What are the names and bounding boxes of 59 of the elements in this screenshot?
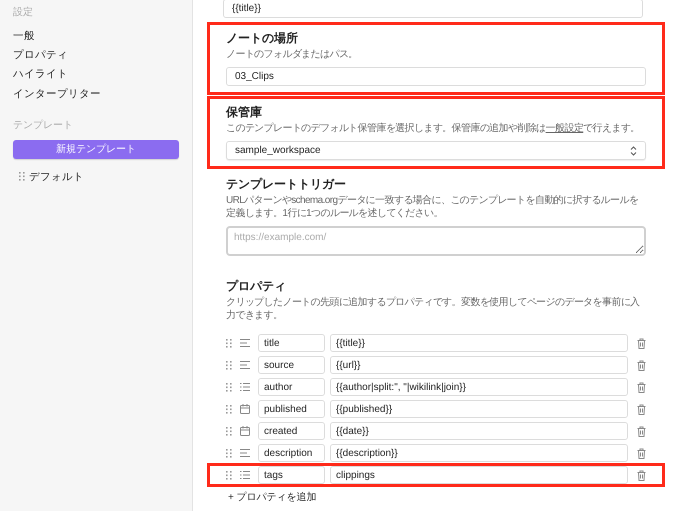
section-title: テンプレートトリガー — [226, 177, 347, 191]
sidebar-item[interactable]: ハイライト — [13, 64, 179, 84]
trash-icon[interactable] — [637, 404, 646, 414]
drag-handle-icon[interactable] — [226, 360, 232, 370]
trash-icon[interactable] — [637, 448, 646, 458]
trash-icon[interactable] — [637, 382, 646, 392]
drag-handle-icon[interactable] — [226, 338, 232, 348]
trash-icon[interactable] — [637, 470, 646, 480]
drag-handle-icon[interactable] — [226, 470, 232, 480]
input-field[interactable]: {{title}} — [223, 0, 643, 18]
drag-handle-icon[interactable] — [226, 404, 232, 414]
drag-handle-icon[interactable] — [226, 426, 232, 436]
list-icon[interactable] — [240, 471, 250, 479]
property-name-field[interactable]: author — [258, 378, 325, 396]
section-description: URLパターンやschema.orgデータに一致する場合に、このテンプレートを自動的に択するルールを定義します。1行に1つのルールを述してください。 — [226, 194, 640, 220]
sidebar-item[interactable]: プロパティ — [13, 45, 179, 65]
property-value-field[interactable]: {{url}} — [330, 356, 628, 374]
section-heading: 設定 — [13, 6, 34, 20]
section-title: プロパティ — [226, 279, 287, 293]
calendar-icon[interactable] — [240, 404, 250, 414]
trash-icon[interactable] — [637, 426, 646, 436]
drag-handle-icon[interactable] — [19, 172, 25, 181]
property-name-field[interactable]: published — [258, 400, 325, 418]
sidebar-item[interactable]: インタープリター — [13, 84, 179, 104]
text-lines-icon[interactable] — [240, 361, 250, 369]
calendar-icon[interactable] — [240, 426, 250, 436]
property-value-field[interactable]: {{title}} — [330, 334, 628, 352]
add-property-button[interactable]: + プロパティを追加 — [228, 490, 317, 504]
section-description: ノートのフォルダまたはパス。 — [226, 48, 359, 61]
vault-select[interactable]: sample_workspace — [226, 141, 646, 160]
sidebar-item[interactable]: 一般 — [13, 26, 179, 46]
list-icon[interactable] — [240, 383, 250, 391]
drag-handle-icon[interactable] — [226, 448, 232, 458]
section-title: 保管庫 — [226, 105, 263, 119]
property-name-field[interactable]: title — [258, 334, 325, 352]
trash-icon[interactable] — [637, 338, 646, 348]
property-value-field[interactable]: {{author|split:", "|wikilink|join}} — [330, 378, 628, 396]
new-template-button[interactable]: 新規テンプレート — [13, 140, 179, 158]
property-value-field[interactable]: {{date}} — [330, 422, 628, 440]
trash-icon[interactable] — [637, 360, 646, 370]
property-name-field[interactable]: description — [258, 444, 325, 462]
settings-link[interactable]: 一般設定 — [546, 123, 584, 134]
property-value-field[interactable]: {{published}} — [330, 400, 628, 418]
drag-handle-icon[interactable] — [226, 382, 232, 392]
section-description: クリップしたノートの先頭に追加するプロパティです。変数を使用してページのデータを事前に入力できます。 — [226, 296, 641, 322]
property-name-field[interactable]: created — [258, 422, 325, 440]
input-field[interactable]: 03_Clips — [226, 67, 646, 86]
trigger-field[interactable]: https://example.com/ — [226, 226, 646, 256]
template-item[interactable]: デフォルト — [29, 170, 84, 184]
section-description: このテンプレートのデフォルト保管庫を選択します。保管庫の追加や削除は一般設定で行えます。 — [226, 122, 641, 135]
text-lines-icon[interactable] — [240, 449, 250, 457]
property-name-field[interactable]: source — [258, 356, 325, 374]
property-value-field[interactable]: clippings — [330, 466, 628, 484]
section-title: ノートの場所 — [226, 31, 299, 45]
chevron-icon — [630, 146, 637, 156]
property-value-field[interactable]: {{description}} — [330, 444, 628, 462]
text-lines-icon[interactable] — [240, 339, 250, 347]
property-name-field[interactable]: tags — [258, 466, 325, 484]
section-heading: テンプレート — [13, 118, 74, 132]
